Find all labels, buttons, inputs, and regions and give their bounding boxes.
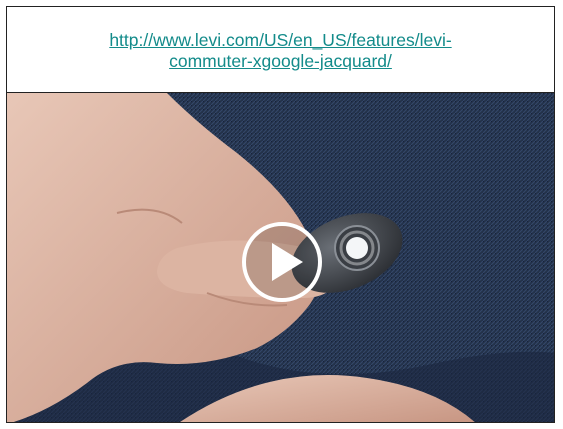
play-icon <box>242 222 322 302</box>
url-line-2[interactable]: commuter-xgoogle-jacquard/ <box>169 51 392 71</box>
play-button[interactable] <box>241 221 323 303</box>
slide-frame: http://www.levi.com/US/en_US/features/le… <box>6 6 555 423</box>
url-link[interactable]: http://www.levi.com/US/en_US/features/le… <box>61 30 501 72</box>
url-line-1[interactable]: http://www.levi.com/US/en_US/features/le… <box>109 30 451 50</box>
video-player[interactable] <box>7 93 554 422</box>
link-box: http://www.levi.com/US/en_US/features/le… <box>7 7 554 93</box>
